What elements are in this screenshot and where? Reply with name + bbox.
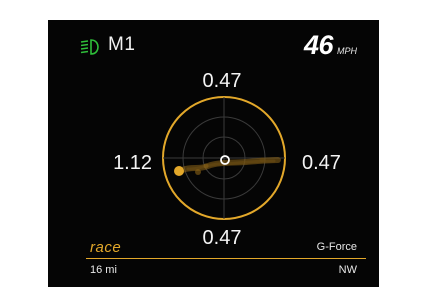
odometer-readout: 16 mi (90, 264, 117, 276)
gforce-page-label: G-Force (316, 241, 357, 253)
gforce-max-top: 0.47 (202, 70, 242, 92)
gforce-max-bottom: 0.47 (202, 227, 242, 249)
gforce-max-left: 1.12 (113, 152, 152, 174)
gforce-max-right: 0.47 (302, 152, 341, 174)
gforce-display-screen: M1 46 MPH 0.47 1.12 0.47 0.47 race G-For… (48, 20, 379, 287)
gforce-current-point (174, 166, 184, 176)
drive-mode-label: race (90, 239, 122, 256)
gforce-trail (179, 157, 281, 175)
compass-heading: NW (338, 264, 357, 276)
footer-divider (86, 258, 366, 259)
